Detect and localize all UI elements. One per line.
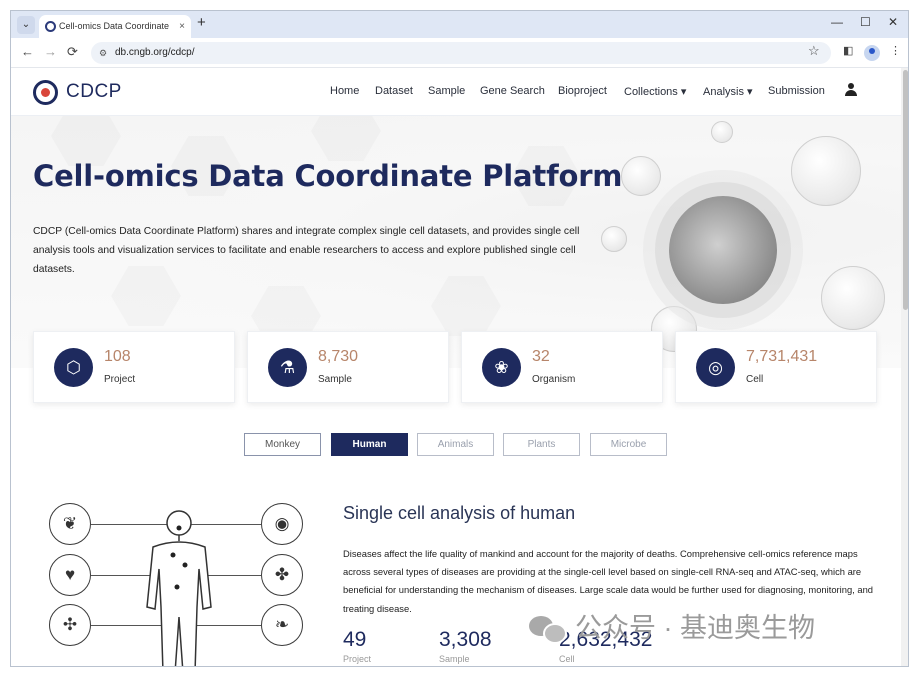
chevron-down-icon[interactable]: ⌄	[17, 16, 35, 34]
nav-sample[interactable]: Sample	[428, 85, 465, 97]
brain-icon[interactable]: ❦	[49, 503, 91, 545]
url-text: db.cngb.org/cdcp/	[115, 47, 195, 58]
human-cell-label: Cell	[559, 654, 575, 664]
cell-illustration	[669, 196, 777, 304]
kidney-icon[interactable]: ❧	[261, 604, 303, 646]
hexagon-decoration	[431, 276, 501, 336]
stat-label: Sample	[318, 374, 352, 385]
species-tab-human[interactable]: Human	[331, 433, 408, 456]
brand-name[interactable]: CDCP	[66, 81, 122, 103]
stat-label: Organism	[532, 374, 576, 385]
stat-value: 7,731,431	[746, 348, 818, 365]
browser-window: ⌄ Cell-omics Data Coordinate × + — ☐ ✕ ←…	[10, 10, 909, 667]
lung-icon[interactable]: ✤	[261, 554, 303, 596]
tab-title: Cell-omics Data Coordinate	[59, 21, 170, 31]
human-silhouette-icon	[146, 510, 212, 666]
stat-value: 8,730	[318, 348, 359, 365]
nav-home[interactable]: Home	[330, 85, 359, 97]
reload-button[interactable]: ⟳	[67, 44, 78, 60]
stat-label: Project	[104, 374, 136, 385]
cell-bubble	[821, 266, 885, 330]
box-icon: ⬡	[54, 348, 93, 387]
wechat-icon	[529, 616, 567, 644]
human-project-label: Project	[343, 654, 372, 664]
flask-icon: ⚗	[268, 348, 307, 387]
star-icon[interactable]: ☆	[808, 43, 820, 59]
vessel-icon[interactable]: ✣	[49, 604, 91, 646]
cell-bubble	[621, 156, 661, 196]
human-body-diagram: ❦ ♥ ✣ ◉ ✤ ❧	[49, 503, 303, 666]
stat-card-organism[interactable]: ❀ 32 Organism	[461, 331, 663, 403]
human-sample-label: Sample	[439, 654, 470, 664]
stat-card-sample[interactable]: ⚗ 8,730 Sample	[247, 331, 449, 403]
side-panel-icon[interactable]: ◧	[843, 44, 853, 57]
section-text: Diseases affect the life quality of mank…	[343, 548, 874, 614]
scrollbar-thumb[interactable]	[903, 70, 908, 310]
nav-submission[interactable]: Submission	[768, 85, 825, 97]
nav-bioproject[interactable]: Bioproject	[558, 85, 607, 97]
section-title: Single cell analysis of human	[343, 503, 576, 523]
watermark-text: 公众号 · 基迪奥生物	[575, 613, 815, 643]
nav-gene-search[interactable]: Gene Search	[480, 85, 545, 97]
stat-value: 32	[532, 348, 550, 365]
cell-bubble	[791, 136, 861, 206]
nav-collections[interactable]: Collections ▾	[624, 85, 686, 98]
hero-title: Cell-omics Data Coordinate Platform	[33, 159, 623, 193]
species-tab-microbe[interactable]: Microbe	[590, 433, 667, 456]
watermark: 公众号 · 基迪奥生物	[529, 608, 815, 648]
stat-card-cell[interactable]: ◎ 7,731,431 Cell	[675, 331, 877, 403]
cdcp-logo-icon[interactable]	[33, 80, 58, 105]
back-button[interactable]: ←	[21, 44, 34, 59]
user-icon[interactable]	[845, 83, 857, 97]
close-window-button[interactable]: ✕	[888, 15, 898, 29]
address-bar[interactable]: ⚙ db.cngb.org/cdcp/	[91, 42, 831, 64]
profile-icon[interactable]	[864, 45, 880, 61]
stat-value: 108	[104, 348, 131, 365]
heart-icon[interactable]: ♥	[49, 554, 91, 596]
species-tab-plants[interactable]: Plants	[503, 433, 580, 456]
nav-analysis[interactable]: Analysis ▾	[703, 85, 753, 98]
human-project-count: 49	[343, 628, 367, 651]
new-tab-button[interactable]: +	[197, 14, 206, 31]
forward-button[interactable]: →	[44, 44, 57, 59]
page-viewport: CDCP Home Dataset Sample Gene Search Bio…	[11, 68, 908, 666]
tune-icon[interactable]: ⚙	[99, 42, 107, 64]
stat-label: Cell	[746, 374, 764, 385]
maximize-button[interactable]: ☐	[860, 15, 871, 29]
nav-dataset[interactable]: Dataset	[375, 85, 413, 97]
species-tab-animals[interactable]: Animals	[417, 433, 494, 456]
cell-icon: ◎	[696, 348, 735, 387]
hexagon-decoration	[311, 116, 381, 161]
species-tab-monkey[interactable]: Monkey	[244, 433, 321, 456]
favicon-icon	[45, 21, 56, 32]
stat-card-project[interactable]: ⬡ 108 Project	[33, 331, 235, 403]
minimize-button[interactable]: —	[831, 15, 843, 29]
site-header: CDCP Home Dataset Sample Gene Search Bio…	[11, 68, 901, 116]
menu-icon[interactable]: ⋮	[890, 44, 901, 57]
browser-toolbar: ← → ⟳ ⚙ db.cngb.org/cdcp/ ☆ ◧ ⋮	[11, 38, 908, 68]
cell-bubble	[711, 121, 733, 143]
tab-close-icon[interactable]: ×	[179, 15, 185, 38]
hero-description: CDCP (Cell-omics Data Coordinate Platfor…	[33, 226, 580, 275]
page-scrollbar[interactable]	[901, 68, 908, 666]
stats-row: ⬡ 108 Project ⚗ 8,730 Sample ❀ 32 Organi…	[33, 331, 879, 405]
cell-bubble	[601, 226, 627, 252]
tab-strip: ⌄ Cell-omics Data Coordinate × + — ☐ ✕	[11, 11, 908, 38]
browser-tab[interactable]: Cell-omics Data Coordinate ×	[39, 15, 191, 38]
paw-icon: ❀	[482, 348, 521, 387]
eye-icon[interactable]: ◉	[261, 503, 303, 545]
human-sample-count: 3,308	[439, 628, 492, 651]
